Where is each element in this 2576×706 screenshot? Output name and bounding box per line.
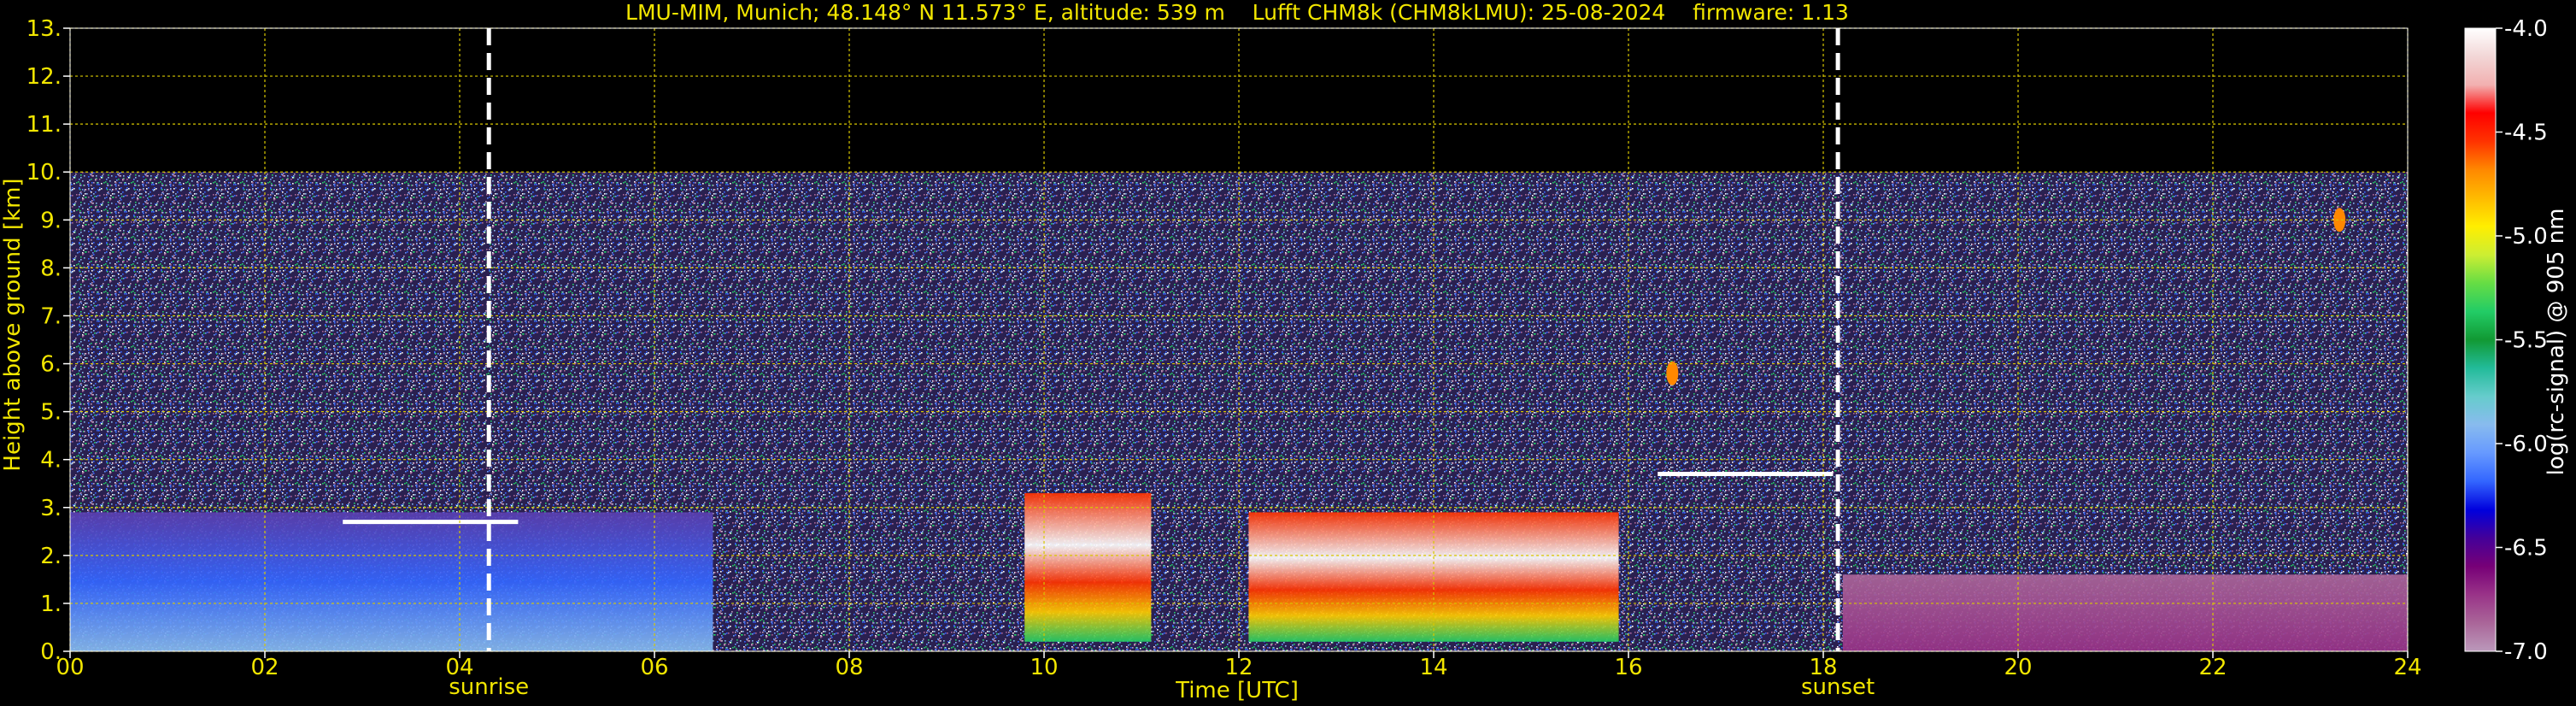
colorbar-tick-label: -6.5 <box>2504 536 2548 562</box>
colorbar-tick-label: -5.5 <box>2504 328 2548 354</box>
feature-boundary-layer-aerosol-0 <box>70 512 713 651</box>
colorbar: -4.0 -4.5 -5.0 -5.5 -6.0 -6.5 -7.0 <box>2464 16 2548 665</box>
colorbar-tick-label: -4.5 <box>2504 121 2548 146</box>
x-tick-label: 00 <box>56 655 84 680</box>
x-tick-label: 04 <box>445 655 473 680</box>
y-tick-label: 5. <box>40 400 62 426</box>
x-axis-label: Time [UTC] <box>1175 678 1299 703</box>
colorbar-ticks: -4.0 -4.5 -5.0 -5.5 -6.0 -6.5 -7.0 <box>2496 16 2548 665</box>
colorbar-label: log(rc-signal) @ 905 nm <box>2544 209 2569 476</box>
y-tick-label: 9. <box>40 208 62 233</box>
y-tick-label: 3. <box>40 496 62 521</box>
y-tick-label: 2. <box>40 544 62 569</box>
chart-title: LMU-MIM, Munich; 48.148° N 11.573° E, al… <box>625 0 1849 25</box>
y-tick-label: 8. <box>40 256 62 281</box>
y-tick-label: 4. <box>40 448 62 474</box>
colorbar-tick-label: -6.0 <box>2504 432 2548 457</box>
y-axis-label: Height above ground [km] <box>0 178 26 471</box>
colorbar-scale <box>2464 27 2497 652</box>
colorbar-tick-label: -7.0 <box>2504 639 2548 665</box>
y-tick-label: 12. <box>26 64 62 90</box>
x-tick-label: 20 <box>2004 655 2032 680</box>
plot-area: sunrise sunset <box>69 27 2409 700</box>
x-tick-label: 14 <box>1419 655 1447 680</box>
y-tick-label: 6. <box>40 352 62 378</box>
colorbar-tick-label: -5.0 <box>2504 224 2548 250</box>
x-tick-label: 06 <box>640 655 668 680</box>
x-tick-label: 02 <box>250 655 279 680</box>
y-tick-label: 11. <box>26 112 62 138</box>
colorbar-tick-label: -4.0 <box>2504 16 2548 42</box>
feature-upper-cloud-spot-7 <box>2333 208 2346 232</box>
y-tick-label: 7. <box>40 303 62 329</box>
y-tick-label: 1. <box>40 591 62 617</box>
feature-evening-boundary-layer-5 <box>1842 574 2408 651</box>
x-tick-label: 24 <box>2393 655 2421 680</box>
x-tick-label: 22 <box>2198 655 2227 680</box>
ceilometer-chart: LMU-MIM, Munich; 48.148° N 11.573° E, al… <box>0 0 2569 703</box>
y-tick-label: 10. <box>26 160 62 185</box>
x-tick-label: 12 <box>1224 655 1253 680</box>
x-tick-label: 18 <box>1809 655 1837 680</box>
x-axis: 00 02 04 06 08 10 12 14 16 18 20 22 24 <box>56 651 2422 680</box>
y-tick-label: 13. <box>26 16 62 42</box>
x-tick-label: 08 <box>835 655 863 680</box>
x-tick-label: 16 <box>1614 655 1642 680</box>
feature-upper-cloud-spot-6 <box>1666 361 1679 385</box>
y-axis: 0.1.2.3.4.5.6.7.8.9.10.11.12.13. <box>26 16 70 665</box>
x-tick-label: 10 <box>1030 655 1058 680</box>
